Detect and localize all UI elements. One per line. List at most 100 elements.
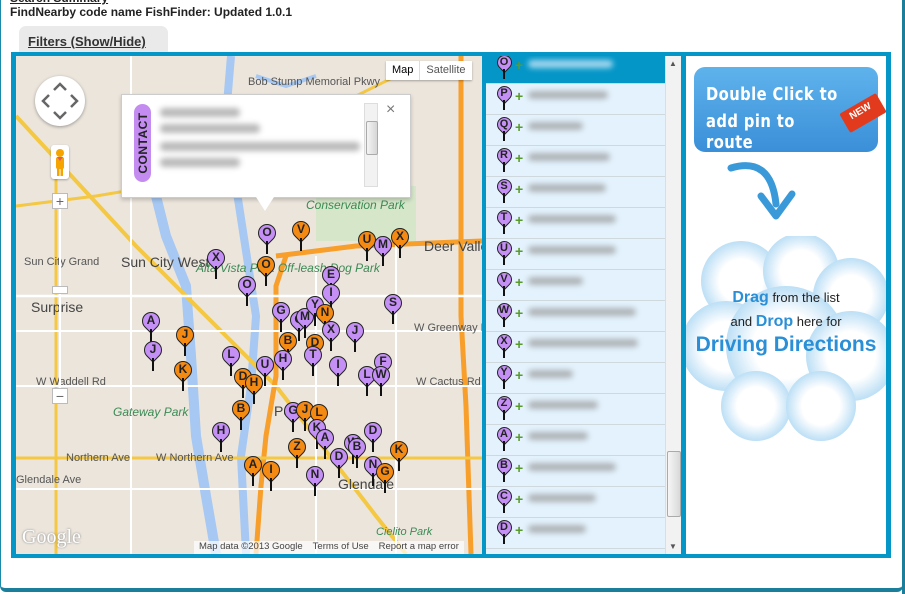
list-item[interactable]: Y + [486, 361, 665, 394]
pin-stem [182, 378, 184, 391]
add-to-route-icon[interactable]: + [515, 429, 523, 445]
map-pin-orange[interactable]: J [172, 322, 198, 356]
add-to-route-icon[interactable]: + [515, 367, 523, 383]
add-to-route-icon[interactable]: + [515, 212, 523, 228]
map-pin-purple[interactable]: A [138, 308, 164, 342]
map-pin-purple[interactable]: D [360, 418, 386, 452]
info-scrollbar[interactable] [364, 103, 378, 187]
map-type-satellite-button[interactable]: Satellite [420, 61, 471, 80]
add-to-route-icon[interactable]: + [515, 181, 523, 197]
add-to-route-icon[interactable]: + [515, 398, 523, 414]
pin-letter: U [260, 357, 270, 371]
label-w-waddell: W Waddell Rd [36, 376, 106, 388]
map-pin-purple[interactable]: G [268, 298, 294, 332]
list-item[interactable]: U + [486, 237, 665, 270]
pin-letter: L [315, 405, 323, 419]
list-item[interactable]: B + [486, 454, 665, 487]
zoom-in-button[interactable]: + [52, 193, 68, 209]
list-scroll-thumb[interactable] [667, 451, 681, 517]
map-pin-orange[interactable]: B [228, 396, 254, 430]
map-pin-purple[interactable]: I [325, 352, 351, 386]
add-to-route-icon[interactable]: + [515, 57, 523, 73]
list-item[interactable]: A + [486, 423, 665, 456]
map-pin-orange[interactable]: I [258, 457, 284, 491]
contact-tab[interactable]: CONTACT [134, 104, 151, 182]
map-pin-purple[interactable]: N [302, 462, 328, 496]
add-to-route-icon[interactable]: + [515, 522, 523, 538]
add-to-route-icon[interactable]: + [515, 305, 523, 321]
map-pin-purple[interactable]: S [380, 290, 406, 324]
scroll-down-arrow-icon[interactable]: ▼ [669, 542, 677, 551]
list-item-name [528, 246, 616, 254]
map-pin-purple[interactable]: D [326, 444, 352, 478]
add-to-route-icon[interactable]: + [515, 88, 523, 104]
scroll-up-arrow-icon[interactable]: ▲ [669, 59, 677, 68]
list-item[interactable]: Q + [486, 113, 665, 146]
map-canvas[interactable]: Sun City West Sun City Grand Surprise De… [16, 56, 482, 554]
map-pin-icon: S [493, 175, 516, 205]
info-scroll-thumb[interactable] [366, 121, 378, 155]
map-pin-orange[interactable]: V [288, 217, 314, 251]
add-to-route-icon[interactable]: + [515, 336, 523, 352]
map-pin-orange[interactable]: X [387, 224, 413, 258]
map-pin-icon: V [493, 268, 516, 298]
filters-toggle-label[interactable]: Filters (Show/Hide) [28, 34, 146, 49]
add-to-route-icon[interactable]: + [515, 150, 523, 166]
street-view-pegman[interactable] [51, 145, 69, 179]
map-pin-purple[interactable]: X [318, 317, 344, 351]
list-item[interactable]: P + [486, 82, 665, 115]
add-to-route-icon[interactable]: + [515, 274, 523, 290]
map-pin-purple[interactable]: O [254, 220, 280, 254]
map-pin-orange[interactable]: A [240, 452, 266, 486]
map-pin-purple[interactable]: W [368, 362, 394, 396]
report-map-error-link[interactable]: Report a map error [374, 541, 464, 554]
filters-toggle-tab[interactable]: Filters (Show/Hide) [19, 26, 168, 52]
map-pin-orange[interactable]: K [170, 357, 196, 391]
zoom-out-button[interactable]: − [52, 388, 68, 404]
list-item[interactable]: R + [486, 144, 665, 177]
add-to-route-icon[interactable]: + [515, 460, 523, 476]
map-pin-purple[interactable]: T [300, 342, 326, 376]
pin-stem [314, 483, 316, 496]
list-item[interactable]: V + [486, 268, 665, 301]
list-item[interactable]: O + [486, 56, 665, 84]
pin-stem [372, 473, 374, 486]
map-pin-purple[interactable]: M [370, 232, 396, 266]
map-pin-purple[interactable]: H [270, 346, 296, 380]
map-pin-purple[interactable]: J [140, 337, 166, 371]
list-item[interactable]: W + [486, 299, 665, 332]
list-item[interactable]: D + [486, 516, 665, 549]
close-icon[interactable]: × [386, 101, 395, 119]
map-pin-purple[interactable]: H [208, 418, 234, 452]
pin-stem [292, 419, 294, 432]
add-to-route-icon[interactable]: + [515, 491, 523, 507]
add-to-route-icon[interactable]: + [515, 119, 523, 135]
map-pin-orange[interactable]: G [372, 459, 398, 493]
results-list[interactable]: O + P + Q + R + S + T + U + V + W + X + Y + Z + A + B + C + D + [486, 56, 665, 554]
map-type-map-button[interactable]: Map [386, 61, 421, 80]
pan-control[interactable] [35, 76, 85, 126]
terms-of-use-link[interactable]: Terms of Use [308, 541, 374, 554]
map-pin-orange[interactable]: O [253, 252, 279, 286]
map-pin-purple[interactable]: O [234, 272, 260, 306]
map-pin-purple[interactable]: X [203, 245, 229, 279]
list-item[interactable]: X + [486, 330, 665, 363]
map-pin-icon: W [493, 299, 516, 329]
list-item[interactable]: C + [486, 485, 665, 518]
list-item[interactable]: T + [486, 206, 665, 239]
map-pin-orange[interactable]: Z [284, 434, 310, 468]
pin-stem [230, 363, 232, 376]
zoom-slider-track[interactable] [59, 201, 61, 401]
pegman-icon [56, 149, 64, 176]
map-pin-icon: A [493, 423, 516, 453]
add-to-route-icon[interactable]: + [515, 243, 523, 259]
pin-letter: O [242, 277, 252, 291]
map-pin-purple[interactable]: J [342, 318, 368, 352]
zoom-slider-handle[interactable] [52, 286, 68, 294]
list-item[interactable]: Z + [486, 392, 665, 425]
list-item[interactable]: S + [486, 175, 665, 208]
pin-letter: H [216, 423, 226, 437]
route-drop-zone[interactable]: Double Click to add pin to route NEW Dra… [686, 56, 886, 554]
list-scrollbar[interactable]: ▲ ▼ [665, 56, 681, 554]
pin-letter: B [283, 333, 293, 347]
